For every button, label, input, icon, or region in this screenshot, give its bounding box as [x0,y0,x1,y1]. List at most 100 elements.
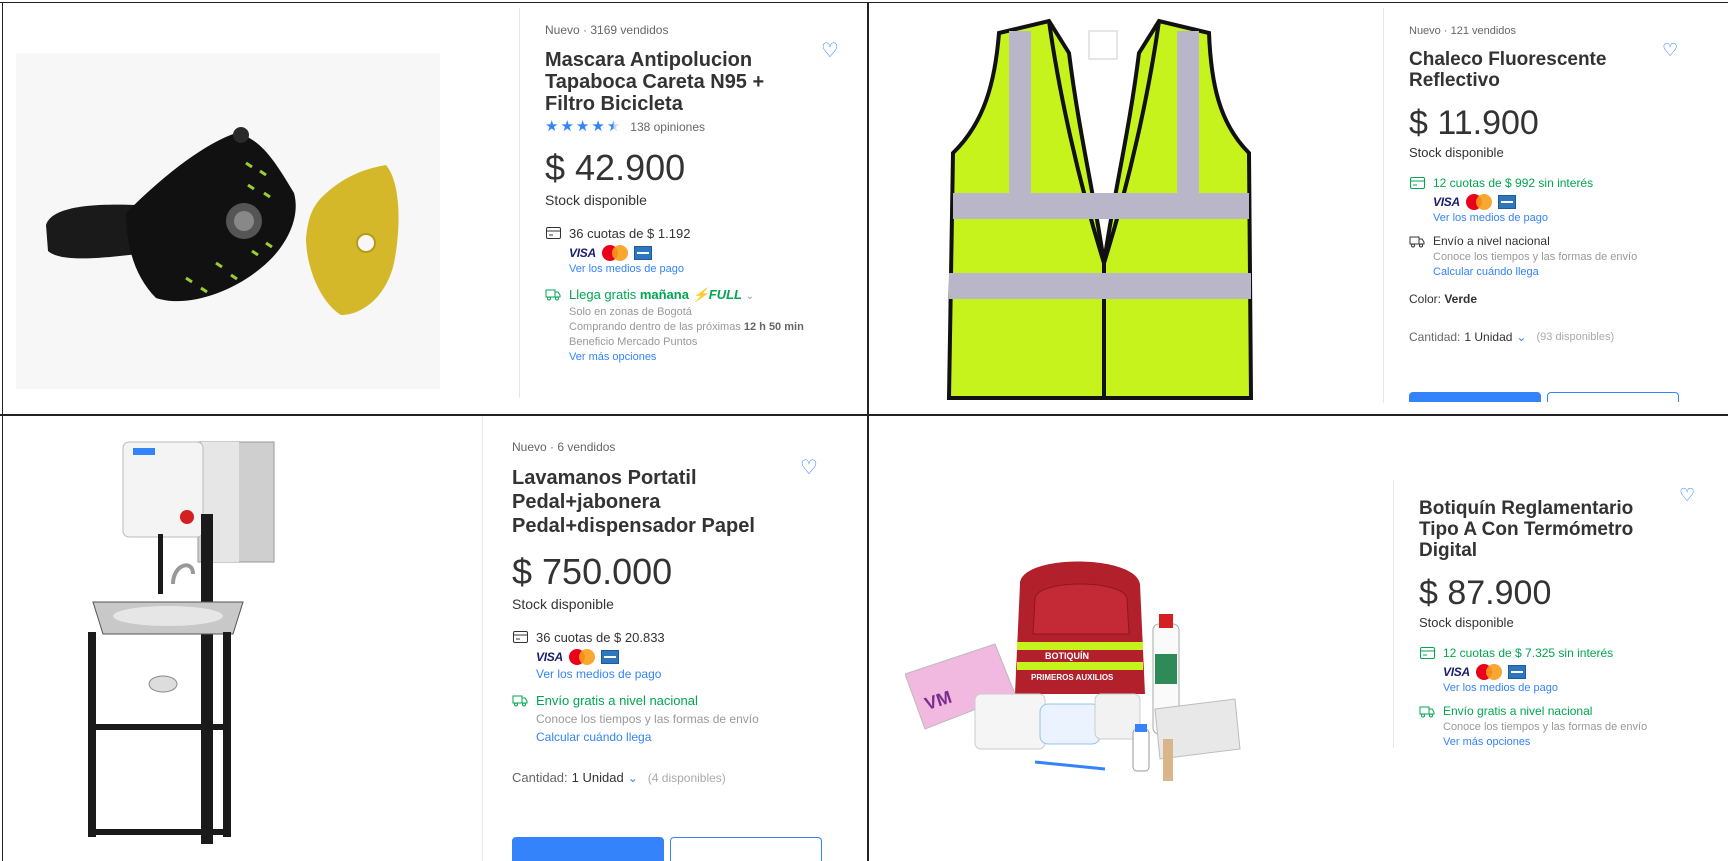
payment-cards: VISA [1433,194,1593,210]
frame-middle-vertical [867,2,869,861]
condition-label: Nuevo [512,440,547,454]
quantity-value[interactable]: 1 Unidad [1464,330,1512,344]
sales-meta: Nuevo · 6 vendidos [512,440,616,454]
quantity-value[interactable]: 1 Unidad [572,770,624,785]
favorite-heart-icon[interactable]: ♡ [800,458,818,478]
product-card-sink: Nuevo · 6 vendidos Lavamanos Portatil Pe… [3,416,867,861]
add-to-cart-button[interactable] [1547,392,1679,402]
favorite-heart-icon[interactable]: ♡ [821,41,839,61]
favorite-heart-icon[interactable]: ♡ [1679,486,1695,504]
price: $ 87.900 [1419,574,1552,612]
chevron-down-icon[interactable]: ⌄ [1516,330,1526,344]
quantity-selector[interactable]: Cantidad: 1 Unidad ⌄ (4 disponibles) [512,770,842,785]
chevron-down-icon[interactable]: ⌄ [746,291,754,302]
sink-product-image [88,441,275,844]
installments-text: 36 cuotas de $ 20.833 [536,630,665,645]
price: $ 750.000 [512,551,673,592]
vest-info-panel: Nuevo · 121 vendidos Chaleco Fluorescent… [1409,25,1709,344]
payment-methods-link[interactable]: Ver los medios de pago [569,263,690,275]
amex-logo [1507,665,1526,679]
stock-status: Stock disponible [1419,615,1514,630]
condition-label: Nuevo [545,23,580,37]
visa-logo: VISA [569,246,596,260]
installments-row: 36 cuotas de $ 1.192 VISA Ver los medios… [545,226,855,275]
amex-logo [1497,195,1516,209]
available-count: (93 disponibles) [1536,331,1615,343]
payment-methods-link[interactable]: Ver los medios de pago [1443,682,1613,694]
sold-count: 3169 vendidos [590,23,669,37]
product-card-mask: Nuevo · 3169 vendidos Mascara Antipoluci… [3,3,867,414]
vest-product-image [946,18,1254,400]
stock-status: Stock disponible [545,192,647,208]
amex-logo [600,650,619,664]
more-options-link[interactable]: Ver más opciones [569,351,804,363]
star-icon: ★ [545,118,559,135]
color-row: Color: Verde [1409,292,1478,306]
chevron-down-icon[interactable]: ⌄ [628,771,638,785]
sales-meta: Nuevo · 3169 vendidos [545,23,669,37]
calculate-arrival-link[interactable]: Calcular cuándo llega [1433,266,1637,278]
credit-card-icon [512,630,528,644]
calculate-arrival-link[interactable]: Calcular cuándo llega [536,730,759,744]
sold-count: 6 vendidos [557,440,616,454]
buy-now-button[interactable] [512,837,664,861]
price: $ 11.900 [1409,104,1539,142]
condition-label: Nuevo [1409,25,1441,37]
mastercard-logo [601,245,628,261]
shipping-row: Envío gratis a nivel nacional Conoce los… [512,693,842,744]
shipping-text: Llega gratis mañana ⚡FULL ⌄ [569,287,755,302]
installments-text: 36 cuotas de $ 1.192 [569,226,691,241]
quantity-selector[interactable]: Cantidad: 1 Unidad ⌄ (93 disponibles) [1409,330,1709,344]
shipping-sub: Conoce los tiempos y las formas de envío [1433,251,1638,263]
mastercard-logo [1465,194,1492,210]
product-title: Lavamanos Portatil Pedal+jabonera Pedal+… [512,467,755,537]
star-icon: ★ [575,118,590,135]
shipping-row: Envío a nivel nacional Conoce los tiempo… [1409,234,1709,278]
payment-methods-link[interactable]: Ver los medios de pago [1433,212,1593,224]
product-card-firstaid: BOTIQUÍN PRIMEROS AUXILIOS VM Botiquín R… [869,416,1728,861]
product-title: Mascara Antipolucion Tapaboca Careta N95… [545,49,765,115]
credit-card-icon [1409,176,1425,190]
truck-icon [545,287,561,301]
mastercard-logo [568,649,595,665]
installments-text: 12 cuotas de $ 992 sin interés [1433,176,1594,190]
sales-meta: Nuevo · 121 vendidos [1409,25,1517,37]
amex-logo [633,246,652,260]
shipping-row: Llega gratis mañana ⚡FULL ⌄ Solo en zona… [545,287,855,363]
stock-status: Stock disponible [512,596,614,612]
favorite-heart-icon[interactable]: ♡ [1662,41,1678,59]
shipping-sub: Conoce los tiempos y las formas de envío [1443,721,1648,733]
visa-logo: VISA [1433,195,1460,209]
color-value: Verde [1444,292,1478,306]
product-card-vest: Nuevo · 121 vendidos Chaleco Fluorescent… [869,3,1728,414]
more-options-link[interactable]: Ver más opciones [1443,736,1647,748]
shipping-sub: Conoce los tiempos y las formas de envío [536,712,759,726]
price: $ 42.900 [545,147,686,188]
points-note: Beneficio Mercado Puntos [569,336,698,348]
frame-middle-horizontal [0,414,1728,416]
rating[interactable]: ★ ★ ★ ★ ★ 138 opiniones [545,119,855,134]
installments-row: 36 cuotas de $ 20.833 VISA Ver los medio… [512,630,842,681]
installments-row: 12 cuotas de $ 7.325 sin interés VISA Ve… [1419,646,1709,694]
sink-info-panel: Nuevo · 6 vendidos Lavamanos Portatil Pe… [512,440,842,785]
product-collage: Nuevo · 3169 vendidos Mascara Antipoluci… [0,0,1728,861]
firstaid-product-image: BOTIQUÍN PRIMEROS AUXILIOS VM [905,561,1241,781]
kit-label-top: BOTIQUÍN [1045,651,1089,661]
add-to-cart-button[interactable] [670,837,822,861]
truck-icon [512,693,528,707]
star-icon: ★ [560,118,574,135]
zone-note: Solo en zonas de Bogotá [569,306,692,318]
truck-icon [1409,234,1425,248]
payment-methods-link[interactable]: Ver los medios de pago [536,667,665,681]
shipping-row: Envío gratis a nivel nacional Conoce los… [1419,704,1709,748]
mask-info-panel: Nuevo · 3169 vendidos Mascara Antipoluci… [545,23,855,363]
credit-card-icon [545,226,561,240]
buy-now-button[interactable] [1409,392,1541,402]
payment-cards: VISA [569,245,690,261]
credit-card-icon [1419,646,1435,660]
visa-logo: VISA [1443,665,1470,679]
payment-cards: VISA [1443,664,1613,680]
half-star-icon: ★ [606,118,621,135]
shipping-text: Envío gratis a nivel nacional [536,693,698,708]
review-count[interactable]: 138 opiniones [630,120,705,134]
